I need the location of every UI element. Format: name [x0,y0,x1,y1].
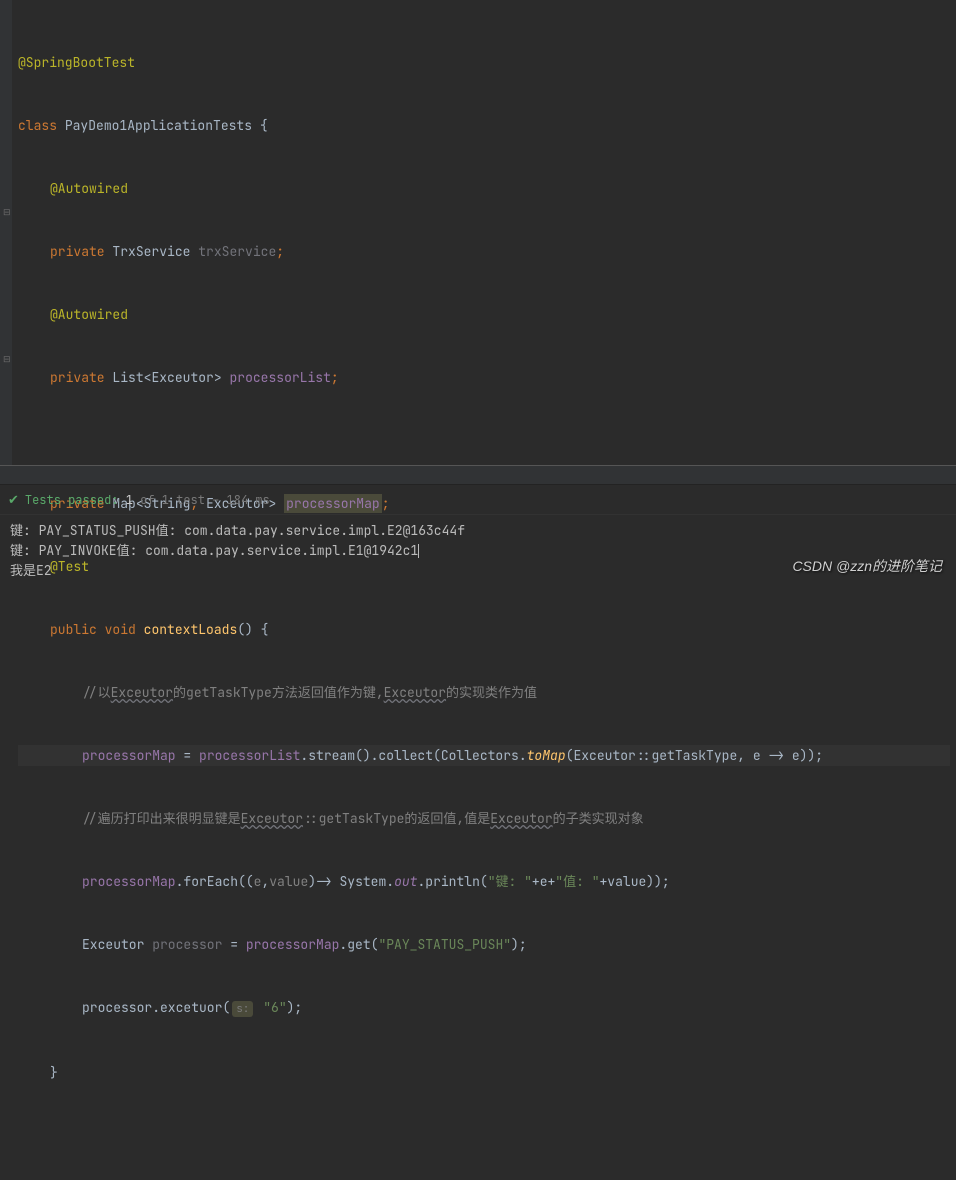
watermark: CSDN @zzn的进阶笔记 [792,556,942,576]
code-line [18,430,950,451]
code-line: @Autowired [18,178,950,199]
text-cursor [418,544,419,558]
code-line: class PayDemo1ApplicationTests { [18,115,950,136]
tests-passed-label: Tests passed: 1 [25,492,133,508]
code-line: processor.excetuor(s: "6"); [18,997,950,1020]
code-editor[interactable]: ⊟ ⊟ @SpringBootTest class PayDemo1Applic… [0,0,956,465]
code-line: } [18,1062,950,1083]
highlighted-symbol: processorMap [284,494,382,513]
test-duration: – 184 ms [212,492,270,508]
code-line: @SpringBootTest [18,52,950,73]
fold-open-icon[interactable]: ⊟ [3,206,11,218]
code-line: processorMap.forEach((e,value)-> System.… [18,871,950,892]
code-line: private List<Exceutor> processorList; [18,367,950,388]
code-line: processorMap = processorList.stream().co… [18,745,950,766]
code-line: public void contextLoads() { [18,619,950,640]
code-line: @Autowired [18,304,950,325]
fold-close-icon[interactable]: ⊟ [3,353,11,365]
check-icon: ✔ [8,491,19,508]
code-line: Exceutor processor = processorMap.get("P… [18,934,950,955]
code-line [18,1125,950,1146]
code-line: //遍历打印出来很明显键是Exceutor::getTaskType的返回值,值… [18,808,950,829]
code-area[interactable]: @SpringBootTest class PayDemo1Applicatio… [12,0,956,465]
code-line: //以Exceutor的getTaskType方法返回值作为键,Exceutor… [18,682,950,703]
gutter: ⊟ ⊟ [0,0,12,465]
test-total: of 1 test [140,492,205,508]
code-line: private TrxService trxService; [18,241,950,262]
parameter-hint: s: [232,1001,253,1017]
